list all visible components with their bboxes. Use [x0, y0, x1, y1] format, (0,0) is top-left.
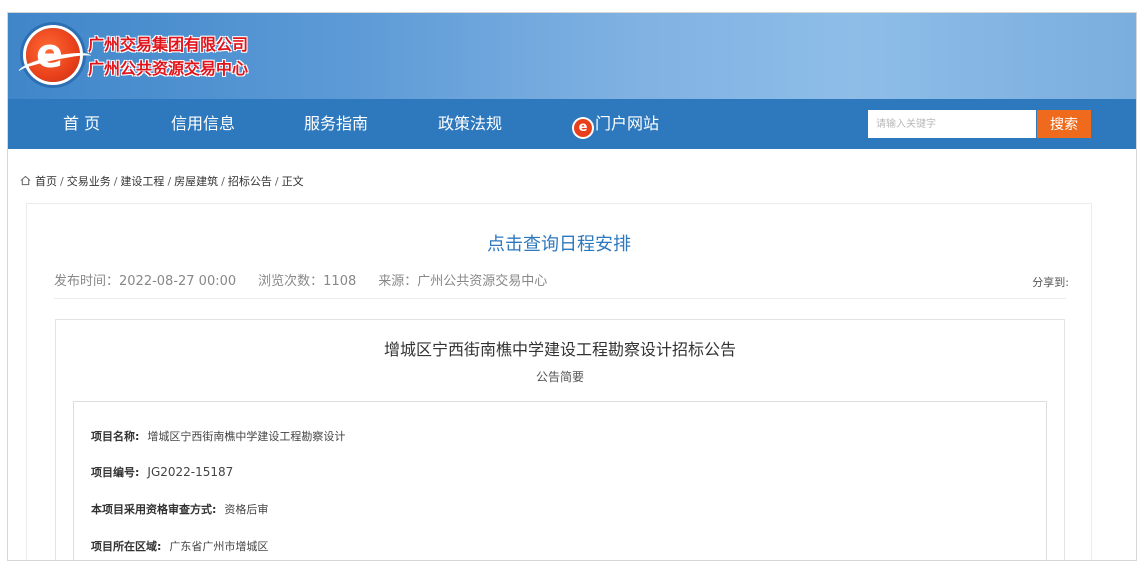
company-name-line2: 广州公共资源交易中心 — [88, 59, 249, 78]
header-banner: e 广州交易集团有限公司 广州公共资源交易中心 — [8, 13, 1136, 99]
breadcrumb-separator: / — [113, 175, 118, 188]
browser-page: e 广州交易集团有限公司 广州公共资源交易中心 首 页 信用信息 服务指南 政策… — [7, 12, 1137, 561]
field-value: 资格后审 — [224, 503, 269, 516]
nav-item-label: 门户网站 — [595, 114, 660, 133]
breadcrumb-separator: / — [60, 175, 64, 188]
article-meta: 发布时间：2022-08-27 00:00 浏览次数：1108 来源：广州公共资源交… — [54, 270, 569, 289]
field-label: 项目编号: — [91, 466, 140, 479]
logo-e-icon: e — [36, 31, 64, 77]
field-label: 项目名称: — [91, 430, 140, 443]
nav-item-service-guide[interactable]: 服务指南 — [304, 99, 368, 149]
site-logo[interactable]: e — [17, 28, 93, 86]
field-project-region: 项目所在区域: 广东省广州市增城区 — [91, 538, 268, 554]
field-project-name: 项目名称: 增城区宁西街南樵中学建设工程勘察设计 — [91, 428, 345, 444]
article-source: 来源：广州公共资源交易中心 — [378, 274, 548, 289]
field-label: 项目所在区域: — [91, 540, 162, 553]
portal-e-icon: e — [574, 119, 592, 137]
home-icon — [20, 175, 31, 186]
field-value: 广东省广州市增城区 — [169, 540, 269, 553]
nav-item-policy[interactable]: 政策法规 — [438, 99, 502, 149]
search-input[interactable] — [868, 110, 1036, 138]
notice-summary-box: 项目名称: 增城区宁西街南樵中学建设工程勘察设计 项目编号: JG2022-1518… — [73, 401, 1047, 560]
breadcrumb: 首页 / 交易业务 / 建设工程 / 房屋建筑 / 招标公告 / 正文 — [20, 173, 304, 189]
article-card: 点击查询日程安排 发布时间：2022-08-27 00:00 浏览次数：1108 来… — [26, 203, 1092, 560]
field-value: JG2022-15187 — [147, 465, 234, 479]
breadcrumb-separator: / — [221, 175, 225, 188]
notice-subtitle: 公告简要 — [535, 370, 584, 384]
notice-title: 增城区宁西街南樵中学建设工程勘察设计招标公告 — [383, 340, 736, 359]
view-count: 浏览次数：1108 — [258, 274, 357, 289]
publish-time: 发布时间：2022-08-27 00:00 — [54, 274, 237, 289]
field-value: 增城区宁西街南樵中学建设工程勘察设计 — [147, 430, 346, 443]
nav-item-label: 信用信息 — [171, 114, 236, 133]
company-name: 广州交易集团有限公司 广州公共资源交易中心 — [88, 33, 248, 81]
breadcrumb-tender-notice[interactable]: 招标公告 — [228, 175, 272, 188]
nav-item-label: 政策法规 — [438, 114, 503, 133]
search-button[interactable]: 搜索 — [1037, 110, 1091, 138]
field-review-method: 本项目采用资格审查方式: 资格后审 — [91, 501, 268, 517]
breadcrumb-current: 正文 — [281, 175, 304, 188]
breadcrumb-separator: / — [167, 175, 172, 188]
share-label: 分享到: — [1032, 276, 1069, 289]
nav-item-label: 首 页 — [63, 114, 101, 133]
breadcrumb-home[interactable]: 首页 — [35, 175, 57, 188]
meta-divider — [54, 298, 1066, 299]
notice-content: 增城区宁西街南樵中学建设工程勘察设计招标公告 公告简要 项目名称: 增城区宁西街南… — [55, 319, 1065, 560]
nav-item-credit[interactable]: 信用信息 — [171, 99, 235, 149]
nav-item-home[interactable]: 首 页 — [63, 99, 100, 149]
company-name-line1: 广州交易集团有限公司 — [88, 35, 249, 54]
field-project-number: 项目编号: JG2022-15187 — [91, 464, 233, 480]
breadcrumb-construction[interactable]: 建设工程 — [120, 175, 164, 188]
breadcrumb-separator: / — [274, 175, 279, 188]
article-title[interactable]: 点击查询日程安排 — [27, 230, 1091, 256]
breadcrumb-building[interactable]: 房屋建筑 — [174, 175, 218, 188]
field-label: 本项目采用资格审查方式: — [91, 503, 217, 516]
nav-item-label: 服务指南 — [304, 114, 369, 133]
breadcrumb-trading[interactable]: 交易业务 — [67, 175, 111, 188]
nav-item-portal[interactable]: e 门户网站 — [574, 99, 659, 149]
